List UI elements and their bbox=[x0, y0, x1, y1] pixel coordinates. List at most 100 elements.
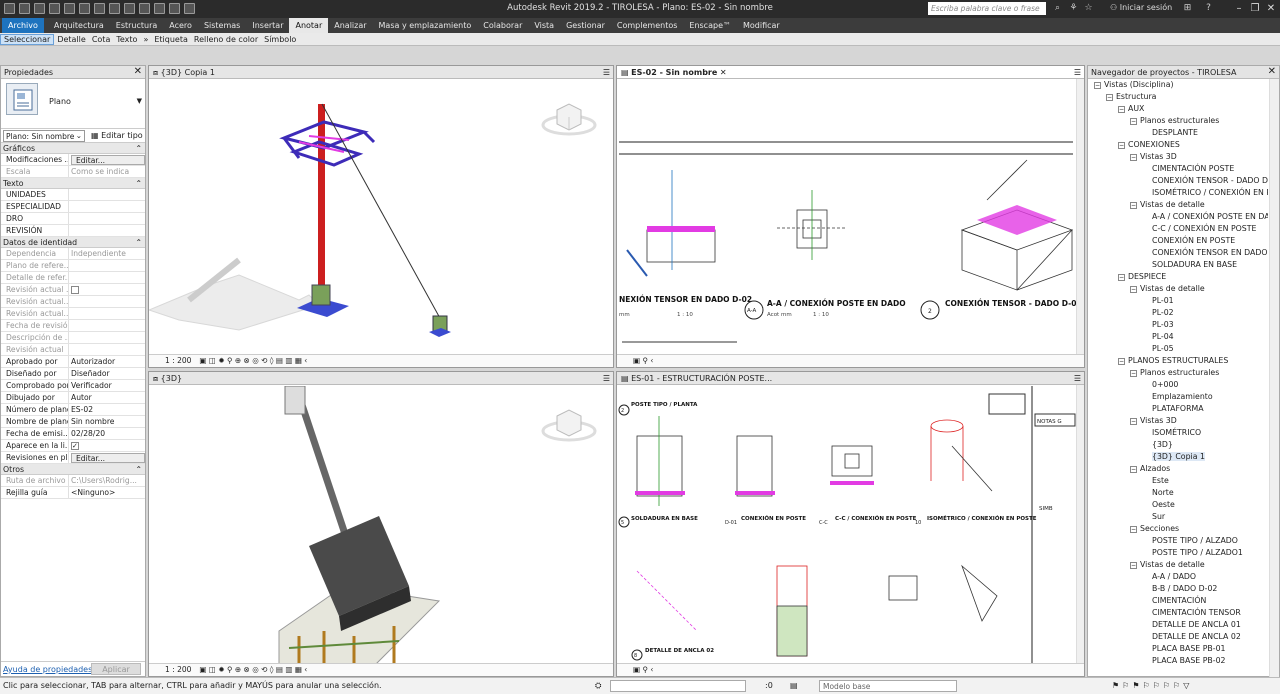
view-cube[interactable] bbox=[541, 103, 597, 136]
browser-node[interactable]: − Vistas 3D bbox=[1088, 415, 1268, 427]
view-menu-icon[interactable]: ☰ bbox=[1074, 372, 1081, 385]
browser-node[interactable]: − Vistas 3D bbox=[1088, 151, 1268, 163]
collapse-toggle-icon[interactable]: − bbox=[1130, 117, 1137, 125]
property-value[interactable] bbox=[69, 344, 145, 355]
measure-icon[interactable] bbox=[94, 3, 105, 14]
property-value[interactable]: Editar... bbox=[69, 154, 145, 165]
property-row[interactable]: DRO bbox=[1, 213, 145, 225]
property-row[interactable]: Aprobado por Autorizador bbox=[1, 356, 145, 368]
browser-node[interactable]: DETALLE DE ANCLA 02 bbox=[1088, 631, 1268, 643]
browser-node[interactable]: − DESPIECE bbox=[1088, 271, 1268, 283]
browser-node[interactable]: Norte bbox=[1088, 487, 1268, 499]
property-value[interactable]: <Ninguno> bbox=[69, 487, 145, 498]
property-value[interactable] bbox=[69, 440, 145, 451]
annotate-tool[interactable]: Cota bbox=[89, 35, 114, 44]
collapse-toggle-icon[interactable]: − bbox=[1094, 81, 1101, 89]
save-icon[interactable] bbox=[19, 3, 30, 14]
property-row[interactable]: Fecha de emisi... 02/28/20 bbox=[1, 428, 145, 440]
property-value[interactable]: Diseñador bbox=[69, 368, 145, 379]
collapse-toggle-icon[interactable]: − bbox=[1118, 141, 1125, 149]
ribbon-tab[interactable]: Acero bbox=[163, 18, 198, 33]
property-row[interactable]: Diseñado por Diseñador bbox=[1, 368, 145, 380]
worksharing-icon[interactable]: ⛭ bbox=[595, 678, 601, 694]
view-cube[interactable] bbox=[541, 409, 597, 442]
browser-node[interactable]: PL-03 bbox=[1088, 319, 1268, 331]
collapse-toggle-icon[interactable]: − bbox=[1130, 201, 1137, 209]
property-row[interactable]: Revisión actual bbox=[1, 344, 145, 356]
browser-node[interactable]: Este bbox=[1088, 475, 1268, 487]
sync-icon[interactable] bbox=[34, 3, 45, 14]
collapse-toggle-icon[interactable]: − bbox=[1118, 105, 1125, 113]
property-checkbox[interactable] bbox=[71, 442, 79, 450]
annotate-tool[interactable]: Símbolo bbox=[261, 35, 299, 44]
property-group[interactable]: Gráficos ⌃ bbox=[1, 143, 145, 154]
browser-node[interactable]: − AUX bbox=[1088, 103, 1268, 115]
view-tab-es01[interactable]: ▤ ES-01 - ESTRUCTURACIÓN POSTE... ☰ bbox=[617, 372, 1084, 385]
browser-node[interactable]: {3D} Copia 1 bbox=[1088, 451, 1268, 463]
browser-node[interactable]: Emplazamiento bbox=[1088, 391, 1268, 403]
browser-node[interactable]: − Estructura bbox=[1088, 91, 1268, 103]
view-control-icons[interactable]: ▣ ⚲ ‹ bbox=[633, 665, 653, 674]
chevron-down-icon[interactable]: ▼ bbox=[137, 97, 142, 105]
browser-node[interactable]: A-A / DADO bbox=[1088, 571, 1268, 583]
close-icon[interactable]: ✕ bbox=[717, 68, 727, 77]
property-row[interactable]: Ruta de archivo C:\Users\Rodrig... bbox=[1, 475, 145, 487]
annotate-tool[interactable]: Seleccionar bbox=[0, 33, 55, 45]
property-row[interactable]: Nombre de plano Sin nombre bbox=[1, 416, 145, 428]
text-icon[interactable] bbox=[109, 3, 120, 14]
vertical-scrollbar[interactable] bbox=[1076, 79, 1084, 354]
browser-node[interactable]: − Vistas de detalle bbox=[1088, 199, 1268, 211]
view-3d-copy[interactable]: ⧈ {3D} Copia 1 ☰ 1 : 200 ▣ ◫ ✹ ⚲ ⊕ ⊗ ◎ ⟲ ◊… bbox=[148, 65, 614, 368]
property-row[interactable]: Plano de refere... bbox=[1, 260, 145, 272]
star-icon[interactable]: ☆ bbox=[1083, 3, 1094, 14]
ribbon-tab[interactable]: Anotar bbox=[289, 18, 329, 33]
instance-select[interactable]: Plano: Sin nombre ⌄ bbox=[3, 129, 85, 142]
view-control-icons[interactable]: ▣ ◫ ✹ ⚲ ⊕ ⊗ ◎ ⟲ ◊ ▤ ▥ ▦ ‹ bbox=[199, 665, 307, 674]
close-hidden-icon[interactable] bbox=[169, 3, 180, 14]
annotate-tool[interactable]: Detalle bbox=[54, 35, 89, 44]
view-control-icons[interactable]: ▣ ⚲ ‹ bbox=[633, 356, 653, 365]
collapse-toggle-icon[interactable]: − bbox=[1130, 525, 1137, 533]
collapse-toggle-icon[interactable]: − bbox=[1130, 465, 1137, 473]
property-value[interactable]: Autor bbox=[69, 392, 145, 403]
browser-node[interactable]: − PLANOS ESTRUCTURALES bbox=[1088, 355, 1268, 367]
collapse-icon[interactable]: ⌃ bbox=[135, 178, 142, 189]
browser-scrollbar[interactable] bbox=[1269, 79, 1279, 677]
browser-node[interactable]: − CONEXIONES bbox=[1088, 139, 1268, 151]
browser-node[interactable]: C-C / CONEXIÓN EN POSTE bbox=[1088, 223, 1268, 235]
property-row[interactable]: Detalle de refer... bbox=[1, 272, 145, 284]
property-value[interactable]: C:\Users\Rodrig... bbox=[69, 475, 145, 486]
property-value[interactable] bbox=[69, 272, 145, 283]
view-scale[interactable]: 1 : 200 bbox=[165, 664, 191, 676]
browser-node[interactable]: CIMENTACIÓN TENSOR bbox=[1088, 607, 1268, 619]
ribbon-tab[interactable]: Vista bbox=[528, 18, 560, 33]
browser-node[interactable]: PL-01 bbox=[1088, 295, 1268, 307]
browser-node[interactable]: − Planos estructurales bbox=[1088, 367, 1268, 379]
property-value[interactable] bbox=[69, 332, 145, 343]
property-group[interactable]: Otros ⌃ bbox=[1, 464, 145, 475]
collapse-toggle-icon[interactable]: − bbox=[1106, 93, 1113, 101]
view-menu-icon[interactable]: ☰ bbox=[603, 66, 610, 79]
switch-windows-icon[interactable] bbox=[184, 3, 195, 14]
close-icon[interactable]: ✕ bbox=[134, 66, 142, 77]
property-value[interactable] bbox=[69, 284, 145, 295]
property-row[interactable]: ESPECIALIDAD bbox=[1, 201, 145, 213]
model-3d-canvas[interactable] bbox=[149, 80, 605, 356]
view-tab-3d-copy[interactable]: ⧈ {3D} Copia 1 ☰ bbox=[149, 66, 613, 79]
subscription-icon[interactable]: ⚘ bbox=[1068, 3, 1079, 14]
browser-node[interactable]: DESPLANTE bbox=[1088, 127, 1268, 139]
annotate-tool[interactable]: Texto bbox=[113, 35, 140, 44]
restore-button[interactable]: ❐ bbox=[1248, 2, 1262, 15]
property-row[interactable]: REVISIÓN bbox=[1, 225, 145, 237]
view-menu-icon[interactable]: ☰ bbox=[1074, 66, 1081, 79]
collapse-toggle-icon[interactable]: − bbox=[1130, 285, 1137, 293]
workset-select[interactable] bbox=[610, 680, 746, 692]
browser-node[interactable]: − Secciones bbox=[1088, 523, 1268, 535]
browser-node[interactable]: CIMENTACIÓN POSTE bbox=[1088, 163, 1268, 175]
property-row[interactable]: Revisión actual... bbox=[1, 296, 145, 308]
print-icon[interactable] bbox=[79, 3, 90, 14]
browser-node[interactable]: A-A / CONEXIÓN POSTE EN DA bbox=[1088, 211, 1268, 223]
browser-node[interactable]: Oeste bbox=[1088, 499, 1268, 511]
browser-node[interactable]: − Alzados bbox=[1088, 463, 1268, 475]
browser-node[interactable]: − Vistas de detalle bbox=[1088, 283, 1268, 295]
